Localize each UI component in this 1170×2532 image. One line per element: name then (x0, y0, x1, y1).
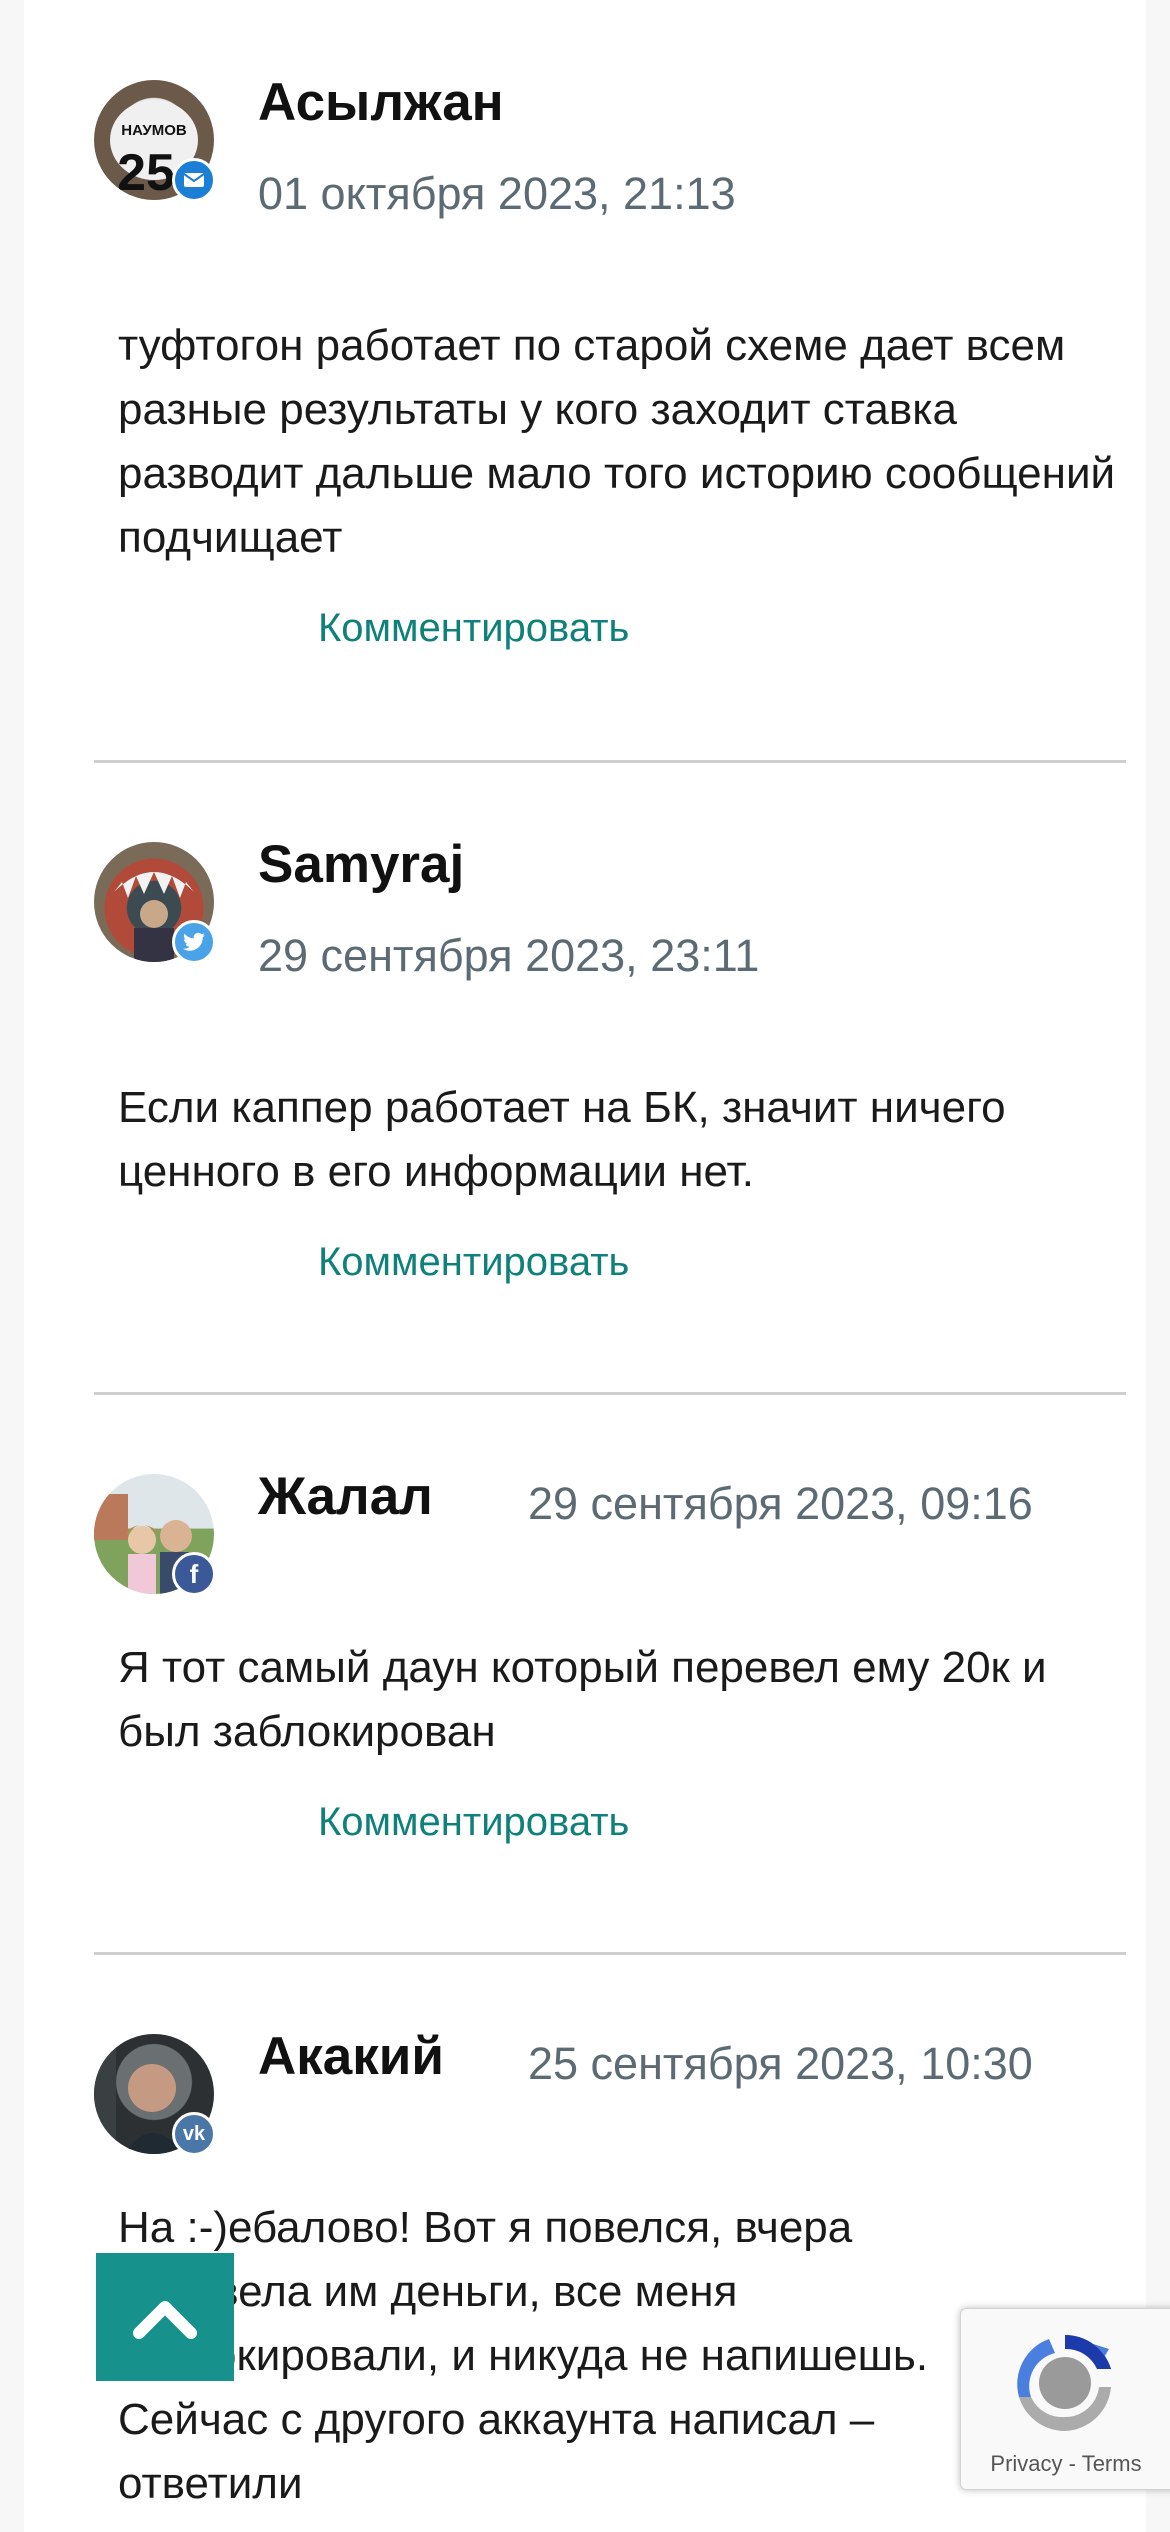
facebook-icon: f (172, 1552, 216, 1596)
avatar[interactable]: НАУМОВ 25 (94, 80, 216, 202)
avatar[interactable] (94, 842, 216, 964)
reply-link[interactable]: Комментировать (318, 1240, 629, 1285)
reply-link[interactable]: Комментировать (318, 1800, 629, 1845)
comment-author: Акакий (258, 2027, 444, 2086)
comment-date: 25 сентября 2023, 10:30 (528, 2038, 1033, 2089)
comment-author: Samyraj (258, 835, 465, 894)
comment-divider (94, 760, 1126, 763)
twitter-icon (172, 920, 216, 964)
terms-link[interactable]: Terms (1082, 2451, 1142, 2476)
privacy-link[interactable]: Privacy (990, 2451, 1062, 2476)
scroll-to-top-button[interactable] (96, 2253, 234, 2381)
vk-icon: vk (172, 2112, 216, 2156)
avatar[interactable]: vk (94, 2034, 216, 2156)
mail-icon (172, 158, 216, 202)
comment-divider (94, 1392, 1126, 1395)
comment-date: 01 октября 2023, 21:13 (258, 168, 736, 219)
recaptcha-icon (1017, 2335, 1111, 2431)
svg-text:НАУМОВ: НАУМОВ (121, 122, 187, 139)
chevron-up-icon (133, 2301, 197, 2339)
comment-text: туфтогон работает по старой схеме дает в… (118, 321, 1116, 562)
comment-text: Я тот самый даун который перевел ему 20к… (118, 1643, 1047, 1756)
comment-divider (94, 1952, 1126, 1955)
comment-date: 29 сентября 2023, 09:16 (528, 1478, 1033, 1529)
comment-author: Жалал (258, 1467, 433, 1526)
svg-text:25: 25 (117, 144, 175, 200)
comment-date: 29 сентября 2023, 23:11 (258, 930, 760, 981)
comment-text: На :-)ебалово! Вот я повелся, вчера пере… (118, 2203, 929, 2508)
reply-link[interactable]: Комментировать (318, 606, 629, 651)
recaptcha-badge[interactable]: Privacy - Terms (960, 2308, 1170, 2490)
comment-text: Если каппер работает на БК, значит ничег… (118, 1083, 1006, 1196)
separator: - (1062, 2451, 1082, 2476)
recaptcha-links: Privacy - Terms (961, 2451, 1170, 2477)
comments-page: НАУМОВ 25 Асылжан 01 октября 2023, 21:13… (24, 0, 1146, 2532)
comment-author: Асылжан (258, 73, 504, 132)
avatar[interactable]: f (94, 1474, 216, 1596)
